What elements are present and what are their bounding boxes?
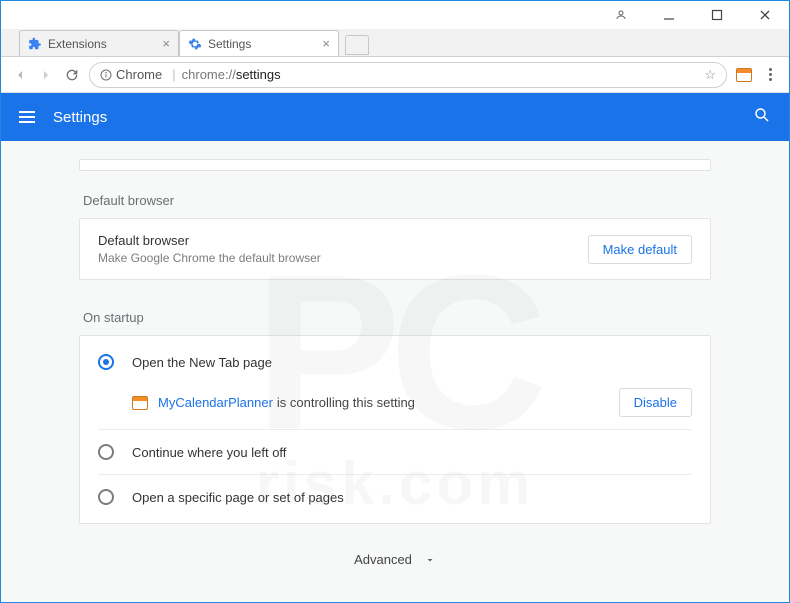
account-icon[interactable] xyxy=(601,3,641,27)
puzzle-icon xyxy=(28,37,42,51)
truncated-card xyxy=(79,159,711,171)
forward-button[interactable] xyxy=(37,66,55,84)
radio-label: Continue where you left off xyxy=(132,445,286,460)
omnibox[interactable]: Chrome | chrome:// settings ☆ xyxy=(89,62,727,88)
tab-settings[interactable]: Settings × xyxy=(179,30,339,56)
chrome-menu-button[interactable] xyxy=(761,68,779,81)
bookmark-star-icon[interactable]: ☆ xyxy=(704,67,716,83)
radio-label: Open the New Tab page xyxy=(132,355,272,370)
advanced-label: Advanced xyxy=(354,552,412,567)
section-label-default-browser: Default browser xyxy=(83,193,707,208)
search-icon[interactable] xyxy=(753,106,771,129)
tab-label: Extensions xyxy=(48,37,107,51)
close-tab-icon[interactable]: × xyxy=(162,36,170,51)
settings-scroll[interactable]: Default browser Default browser Make Goo… xyxy=(1,141,789,602)
default-browser-sub: Make Google Chrome the default browser xyxy=(98,251,321,265)
startup-option-new-tab[interactable]: Open the New Tab page xyxy=(98,340,692,384)
page-title: Settings xyxy=(53,109,107,126)
back-button[interactable] xyxy=(11,66,29,84)
scheme-label: Chrome xyxy=(116,67,162,82)
radio-selected-icon xyxy=(98,354,114,370)
extension-calendar-icon[interactable] xyxy=(735,66,753,84)
chevron-down-icon xyxy=(424,554,436,566)
make-default-button[interactable]: Make default xyxy=(588,235,692,264)
site-info-icon[interactable]: Chrome xyxy=(100,67,162,82)
gear-icon xyxy=(188,37,202,51)
maximize-button[interactable] xyxy=(697,3,737,27)
new-tab-button[interactable] xyxy=(345,35,369,55)
extension-name: MyCalendarPlanner xyxy=(158,395,273,410)
default-browser-title: Default browser xyxy=(98,233,321,248)
on-startup-card: Open the New Tab page MyCalendarPlanner … xyxy=(79,335,711,524)
radio-label: Open a specific page or set of pages xyxy=(132,490,344,505)
settings-header: Settings xyxy=(1,93,789,141)
menu-icon[interactable] xyxy=(19,111,35,123)
close-tab-icon[interactable]: × xyxy=(322,36,330,51)
extension-calendar-icon xyxy=(132,396,148,410)
controlled-text: is controlling this setting xyxy=(277,395,415,410)
radio-icon xyxy=(98,444,114,460)
startup-option-specific-page[interactable]: Open a specific page or set of pages xyxy=(98,475,692,519)
address-bar: Chrome | chrome:// settings ☆ xyxy=(1,57,789,93)
url-path: settings xyxy=(236,67,281,82)
close-window-button[interactable] xyxy=(745,3,785,27)
minimize-button[interactable] xyxy=(649,3,689,27)
startup-option-continue[interactable]: Continue where you left off xyxy=(98,430,692,474)
section-label-on-startup: On startup xyxy=(83,310,707,325)
url-host: chrome:// xyxy=(182,67,236,82)
tab-label: Settings xyxy=(208,37,251,51)
radio-icon xyxy=(98,489,114,505)
default-browser-card: Default browser Make Google Chrome the d… xyxy=(79,218,711,280)
advanced-toggle[interactable]: Advanced xyxy=(79,524,711,595)
reload-button[interactable] xyxy=(63,66,81,84)
tab-strip: Extensions × Settings × xyxy=(1,29,789,57)
controlled-by-extension: MyCalendarPlanner is controlling this se… xyxy=(132,384,692,429)
disable-button[interactable]: Disable xyxy=(619,388,692,417)
tab-extensions[interactable]: Extensions × xyxy=(19,30,179,56)
